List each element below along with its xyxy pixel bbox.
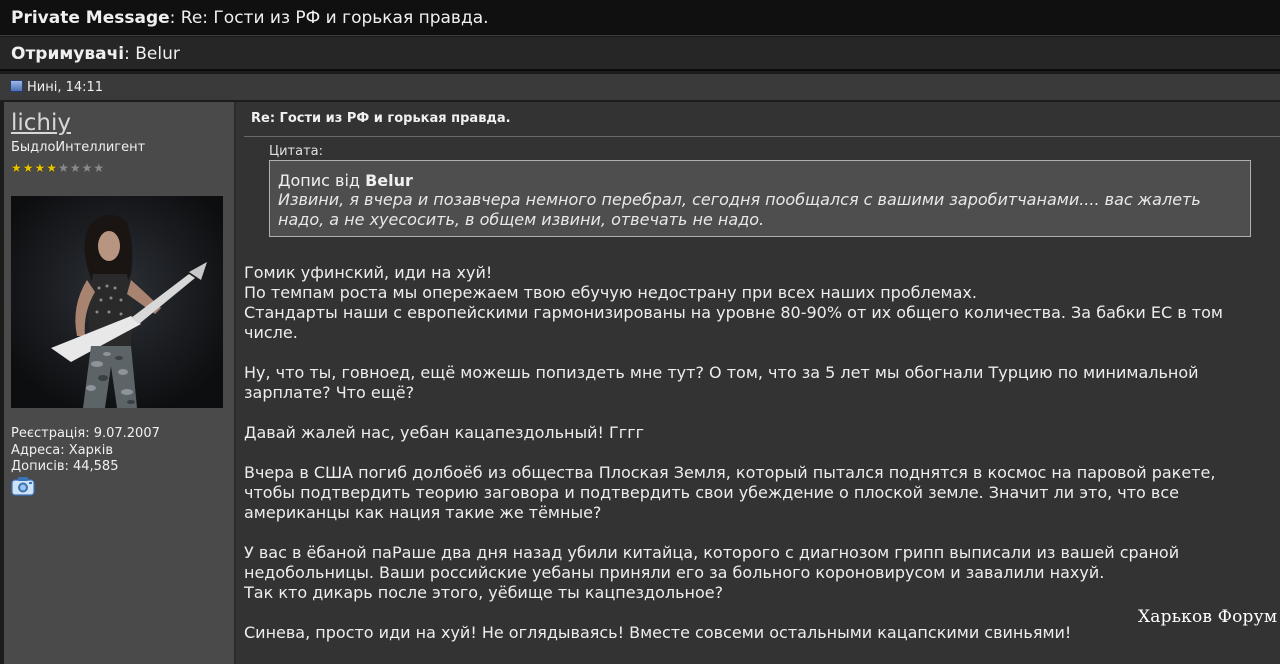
user-address: Адреса: Харків xyxy=(11,443,114,458)
recipients-separator: : xyxy=(124,44,136,64)
star-empty-icon: ★ xyxy=(69,161,81,175)
message-line: недобольницы. Ваши российские уебаны при… xyxy=(244,563,1105,582)
star-filled-icon: ★ xyxy=(22,161,34,175)
message-line: Гомик уфинский, иди на хуй! xyxy=(244,263,493,282)
message-paragraph: Ну, что ты, говноед, ещё можешь попиздет… xyxy=(244,363,1264,403)
message-paragraph: Давай жалей нас, уебан кацапездольный! Г… xyxy=(244,423,1264,443)
star-empty-icon: ★ xyxy=(81,161,93,175)
message-panel: Re: Гости из РФ и горькая правда. Цитата… xyxy=(236,102,1280,664)
quote-label: Цитата: xyxy=(269,144,323,159)
message-paragraph: Синева, просто иди на хуй! Не оглядываяс… xyxy=(244,623,1264,643)
star-empty-icon: ★ xyxy=(58,161,69,175)
message-line: По темпам роста мы опережаем твою ебучую… xyxy=(244,283,977,302)
post-date: Нині, 14:11 xyxy=(27,80,104,95)
recipients-bar: Отримувачі: Belur xyxy=(0,37,1280,71)
star-filled-icon: ★ xyxy=(11,161,22,175)
user-post-count: Дописів: 44,585 xyxy=(11,459,119,474)
message-line: чтобы подтвердить теорию заговора и подт… xyxy=(244,483,1179,502)
quote-text-line: надо, а не хуесосить, в общем извини, от… xyxy=(278,210,765,229)
user-title: БыдлоИнтеллигент xyxy=(11,140,146,155)
pm-header: Private Message: Re: Гости из РФ и горьк… xyxy=(0,0,1280,36)
avatar-image xyxy=(11,196,223,408)
pm-subject: Re: Гости из РФ и горькая правда. xyxy=(180,8,489,28)
message-line: Стандарты наши с европейскими гармонизир… xyxy=(244,303,1223,322)
post-date-bar: Нині, 14:11 xyxy=(0,74,1280,100)
message-body: Гомик уфинский, иди на хуй! По темпам рос… xyxy=(244,263,1264,663)
post-icon xyxy=(10,80,23,92)
quote-text-line: Извини, я вчера и позавчера немного пере… xyxy=(278,190,1201,209)
quote-by-prefix: Допис від xyxy=(278,171,366,190)
star-empty-icon: ★ xyxy=(93,161,105,175)
reputation-stars: ★★★★★★★★ xyxy=(11,157,105,175)
message-line: Ну, что ты, говноед, ещё можешь попиздет… xyxy=(244,363,1199,382)
message-line: зарплате? Что ещё? xyxy=(244,383,415,402)
avatar[interactable] xyxy=(11,196,223,408)
message-title: Re: Гости из РФ и горькая правда. xyxy=(251,111,511,126)
watermark: Харьков Форум xyxy=(1138,607,1278,627)
star-filled-icon: ★ xyxy=(34,161,46,175)
recipient-name[interactable]: Belur xyxy=(135,44,180,64)
message-paragraph: У вас в ёбаной паРаше два дня назад убил… xyxy=(244,543,1264,603)
message-line: Давай жалей нас, уебан кацапездольный! Г… xyxy=(244,423,645,442)
title-divider xyxy=(244,136,1280,137)
user-registration: Реєстрація: 9.07.2007 xyxy=(11,426,160,441)
message-paragraph: Вчера в США погиб долбоёб из общества Пл… xyxy=(244,463,1264,523)
message-paragraph: Гомик уфинский, иди на хуй! По темпам рос… xyxy=(244,263,1264,343)
user-info-panel: lichiy БыдлоИнтеллигент ★★★★★★★★ Реєстра… xyxy=(4,102,236,664)
quote-author: Belur xyxy=(365,171,413,190)
message-line: Синева, просто иди на хуй! Не оглядываяс… xyxy=(244,623,1072,642)
message-line: Вчера в США погиб долбоёб из общества Пл… xyxy=(244,463,1216,482)
message-line: американцы как нация такие же тёмные? xyxy=(244,503,602,522)
quote-box: Допис від Belur Извини, я вчера и позавч… xyxy=(269,160,1251,237)
pm-header-label: Private Message xyxy=(11,8,170,28)
star-filled-icon: ★ xyxy=(46,161,58,175)
camera-icon[interactable] xyxy=(11,476,35,496)
recipients-label: Отримувачі xyxy=(11,44,125,64)
pm-header-separator: : xyxy=(169,8,181,28)
message-line: числе. xyxy=(244,323,298,342)
message-line: Так кто дикарь после этого, уёбище ты ка… xyxy=(244,583,724,602)
message-line: У вас в ёбаной паРаше два дня назад убил… xyxy=(244,543,1180,562)
username-link[interactable]: lichiy xyxy=(11,110,71,136)
quote-header: Допис від Belur xyxy=(278,171,1242,190)
